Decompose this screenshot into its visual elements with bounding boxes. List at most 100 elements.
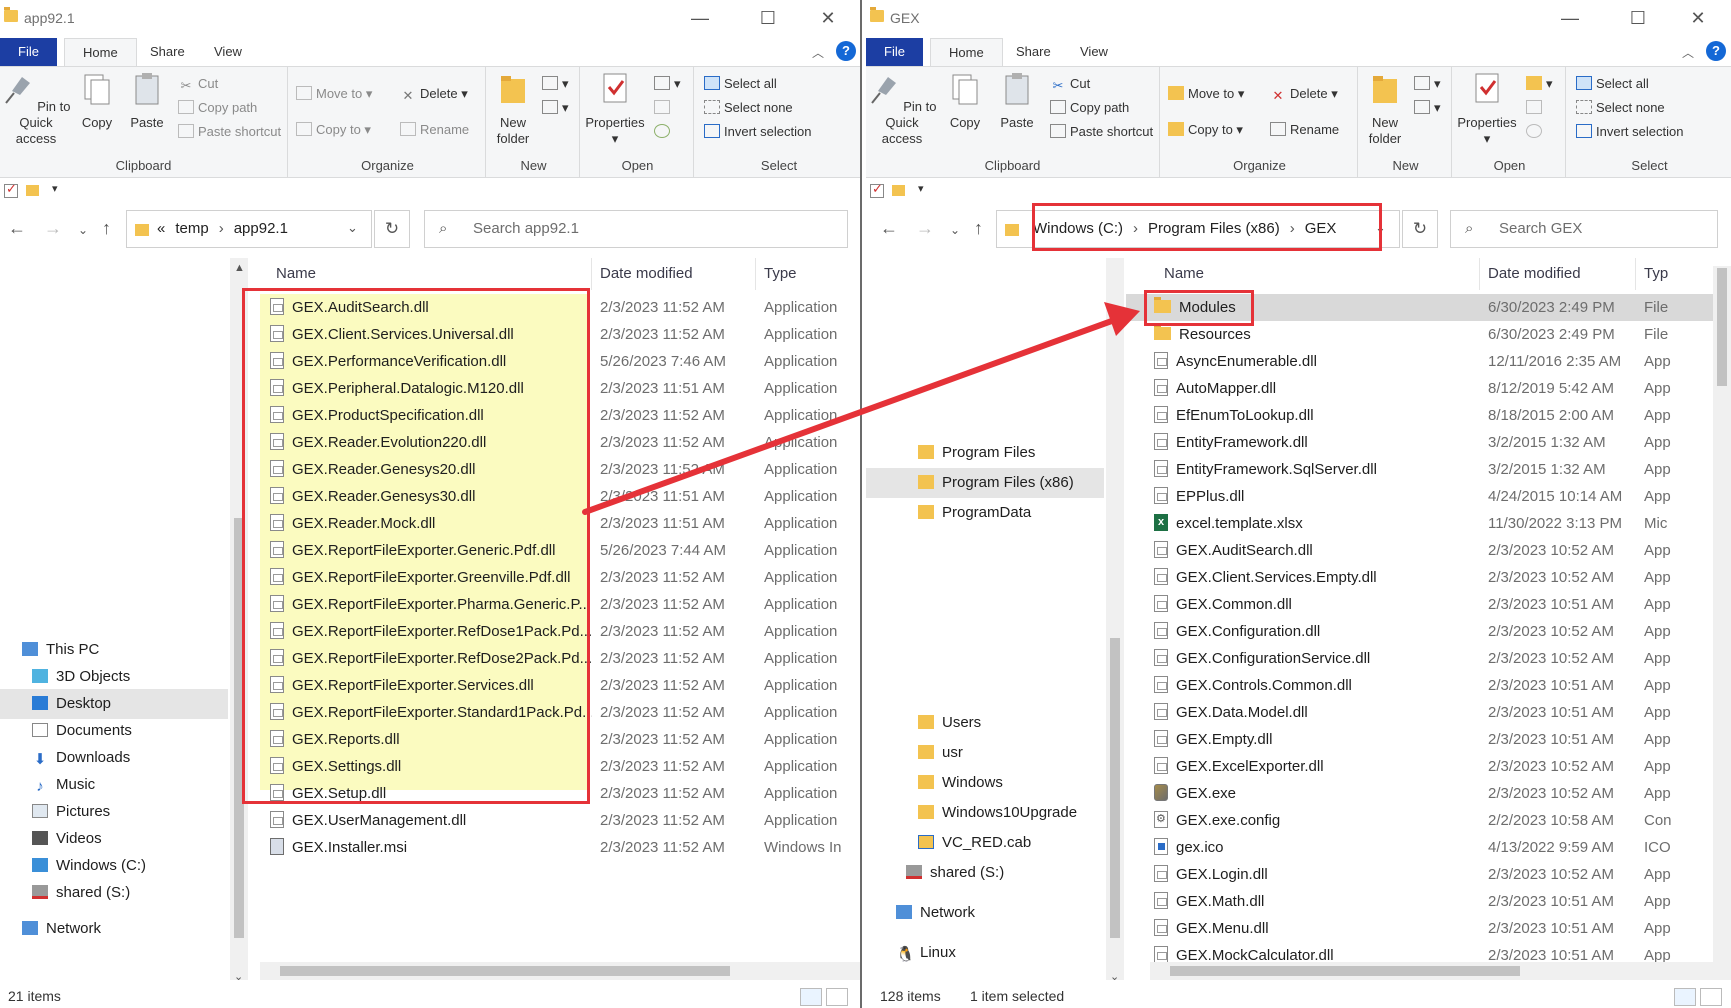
refresh-icon[interactable]: ↻ <box>1402 210 1438 248</box>
column-name[interactable]: Name <box>250 258 592 290</box>
breadcrumb-program-files-x86[interactable]: Program Files (x86) <box>1148 220 1280 237</box>
details-view-button[interactable] <box>800 988 822 1006</box>
properties-check-icon[interactable] <box>870 181 884 198</box>
select-all-button[interactable]: Select all <box>704 73 777 95</box>
search-box[interactable]: ⌕ Search app92.1 <box>424 210 848 248</box>
table-row[interactable]: GEX.AuditSearch.dll 2/3/2023 11:52 AM Appl… <box>250 294 860 321</box>
scrollbar-thumb[interactable] <box>280 966 730 976</box>
forward-arrow-icon[interactable]: → <box>916 218 934 239</box>
copy-to-button[interactable]: Copy to ▾ <box>1168 119 1243 141</box>
horizontal-scrollbar[interactable] <box>260 962 860 980</box>
table-row[interactable]: GEX.ReportFileExporter.Generic.Pdf.dll 5/… <box>250 537 860 564</box>
select-all-button[interactable]: Select all <box>1576 73 1649 95</box>
invert-selection-button[interactable]: Invert selection <box>704 121 811 143</box>
new-folder-button[interactable]: New folder <box>490 71 536 147</box>
table-row[interactable]: GEX.Installer.msi 2/3/2023 11:52 AM Window… <box>250 834 860 861</box>
table-row[interactable]: GEX.Configuration.dll 2/3/2023 10:52 AM Ap… <box>1126 618 1713 645</box>
breadcrumb-app92[interactable]: app92.1 <box>234 220 288 237</box>
table-row[interactable]: GEX.PerformanceVerification.dll 5/26/2023… <box>250 348 860 375</box>
move-to-button[interactable]: Move to ▾ <box>296 83 372 105</box>
new-item-button[interactable]: ▾ <box>1414 73 1441 95</box>
table-row[interactable]: GEX.UserManagement.dll 2/3/2023 11:52 AM A… <box>250 807 860 834</box>
table-row[interactable]: GEX.Reports.dll 2/3/2023 11:52 AM Applicat… <box>250 726 860 753</box>
new-folder-qat-icon[interactable] <box>892 185 905 196</box>
new-item-button[interactable]: ▾ <box>542 73 569 95</box>
scrollbar-thumb[interactable] <box>1110 638 1120 938</box>
tab-share[interactable]: Share <box>132 38 203 66</box>
table-row[interactable]: EfEnumToLookup.dll 8/18/2015 2:00 AM App <box>1126 402 1713 429</box>
nav-item-downloads[interactable]: ⬇ Downloads <box>0 743 228 773</box>
table-row[interactable]: excel.template.xlsx 11/30/2022 3:13 PM Mic <box>1126 510 1713 537</box>
table-row[interactable]: GEX.Peripheral.Datalogic.M120.dll 2/3/202… <box>250 375 860 402</box>
breadcrumb-windows-c[interactable]: Windows (C:) <box>1033 220 1123 237</box>
back-arrow-icon[interactable]: ← <box>880 218 898 239</box>
table-row[interactable]: GEX.Menu.dll 2/3/2023 10:51 AM App <box>1126 915 1713 942</box>
large-icons-view-button[interactable] <box>1700 988 1722 1006</box>
tab-home[interactable]: Home <box>64 38 137 66</box>
table-row[interactable]: GEX.exe 2/3/2023 10:52 AM App <box>1126 780 1713 807</box>
paste-button[interactable]: Paste <box>994 71 1040 131</box>
table-row[interactable]: EntityFramework.SqlServer.dll 3/2/2015 1:… <box>1126 456 1713 483</box>
history-button[interactable] <box>1526 121 1546 143</box>
table-row[interactable]: GEX.ReportFileExporter.RefDose2Pack.Pd..… <box>250 645 860 672</box>
easy-access-button[interactable]: ▾ <box>1414 97 1441 119</box>
table-row[interactable]: GEX.Settings.dll 2/3/2023 11:52 AM Applica… <box>250 753 860 780</box>
table-row[interactable]: GEX.ConfigurationService.dll 2/3/2023 10:… <box>1126 645 1713 672</box>
nav-item-windows-c[interactable]: Windows (C:) <box>0 851 228 881</box>
table-row[interactable]: Resources 6/30/2023 2:49 PM File <box>1126 321 1713 348</box>
tab-file[interactable]: File <box>866 38 923 66</box>
nav-item-usr[interactable]: usr <box>866 738 1104 768</box>
open-button[interactable]: ▾ <box>654 73 681 95</box>
copy-to-button[interactable]: Copy to ▾ <box>296 119 371 141</box>
table-row[interactable]: GEX.AuditSearch.dll 2/3/2023 10:52 AM App <box>1126 537 1713 564</box>
recent-locations-icon[interactable]: ⌄ <box>78 223 88 237</box>
tab-share[interactable]: Share <box>998 38 1069 66</box>
paste-shortcut-button[interactable]: Paste shortcut <box>1050 121 1153 143</box>
copy-button[interactable]: Copy <box>74 71 120 131</box>
table-row[interactable]: GEX.ReportFileExporter.RefDose1Pack.Pd..… <box>250 618 860 645</box>
table-row[interactable]: GEX.Data.Model.dll 2/3/2023 10:51 AM App <box>1126 699 1713 726</box>
column-type[interactable]: Typ <box>1636 258 1706 290</box>
properties-check-icon[interactable] <box>4 181 18 198</box>
edit-button[interactable] <box>1526 97 1546 119</box>
pin-to-quick-access-button[interactable]: Pin to Quick access <box>0 71 72 147</box>
scrollbar-thumb[interactable] <box>234 518 244 938</box>
table-row[interactable]: GEX.Common.dll 2/3/2023 10:51 AM App <box>1126 591 1713 618</box>
invert-selection-button[interactable]: Invert selection <box>1576 121 1683 143</box>
pin-to-quick-access-button[interactable]: Pin to Quick access <box>866 71 938 147</box>
minimize-button[interactable]: — <box>1542 0 1598 36</box>
rename-button[interactable]: Rename <box>1270 119 1339 141</box>
table-row[interactable]: GEX.Client.Services.Empty.dll 2/3/2023 10… <box>1126 564 1713 591</box>
up-arrow-icon[interactable]: ↑ <box>102 218 111 239</box>
vertical-scrollbar[interactable] <box>1713 266 1731 962</box>
table-row[interactable]: AutoMapper.dll 8/12/2019 5:42 AM App <box>1126 375 1713 402</box>
nav-item-network[interactable]: Network <box>0 914 228 944</box>
address-bar[interactable]: Windows (C:) › Program Files (x86) › GEX ⌄ <box>996 210 1400 248</box>
table-row[interactable]: GEX.Reader.Genesys30.dll 2/3/2023 11:51 A… <box>250 483 860 510</box>
scrollbar-thumb[interactable] <box>1717 268 1727 386</box>
table-row[interactable]: GEX.ReportFileExporter.Pharma.Generic.P.… <box>250 591 860 618</box>
delete-button[interactable]: ✕ Delete ▾ <box>400 83 468 105</box>
properties-button[interactable]: Properties ▾ <box>582 71 648 147</box>
scroll-up-icon[interactable]: ▲ <box>234 262 245 274</box>
select-none-button[interactable]: Select none <box>1576 97 1665 119</box>
table-row[interactable]: GEX.ReportFileExporter.Greenville.Pdf.dl… <box>250 564 860 591</box>
nav-item-shared-s[interactable]: shared (S:) <box>0 878 228 908</box>
help-icon[interactable]: ? <box>836 41 856 61</box>
collapse-ribbon-icon[interactable]: ︿ <box>1682 44 1694 61</box>
table-row[interactable]: GEX.Login.dll 2/3/2023 10:52 AM App <box>1126 861 1713 888</box>
search-input[interactable]: Search GEX <box>1499 211 1582 247</box>
easy-access-button[interactable]: ▾ <box>542 97 569 119</box>
nav-item-network[interactable]: Network <box>866 898 1104 928</box>
tab-view[interactable]: View <box>196 38 260 66</box>
chevron-down-icon[interactable]: ⌄ <box>347 220 358 236</box>
nav-item-windows10upgrade[interactable]: Windows10Upgrade <box>866 798 1104 828</box>
table-row[interactable]: GEX.Empty.dll 2/3/2023 10:51 AM App <box>1126 726 1713 753</box>
up-arrow-icon[interactable]: ↑ <box>974 218 983 239</box>
table-row[interactable]: GEX.exe.config 2/2/2023 10:58 AM Con <box>1126 807 1713 834</box>
nav-item-program-files[interactable]: Program Files <box>866 438 1104 468</box>
nav-item-videos[interactable]: Videos <box>0 824 228 854</box>
table-row[interactable]: GEX.ReportFileExporter.Services.dll 2/3/2… <box>250 672 860 699</box>
history-button[interactable] <box>654 121 674 143</box>
table-row[interactable]: gex.ico 4/13/2022 9:59 AM ICO <box>1126 834 1713 861</box>
